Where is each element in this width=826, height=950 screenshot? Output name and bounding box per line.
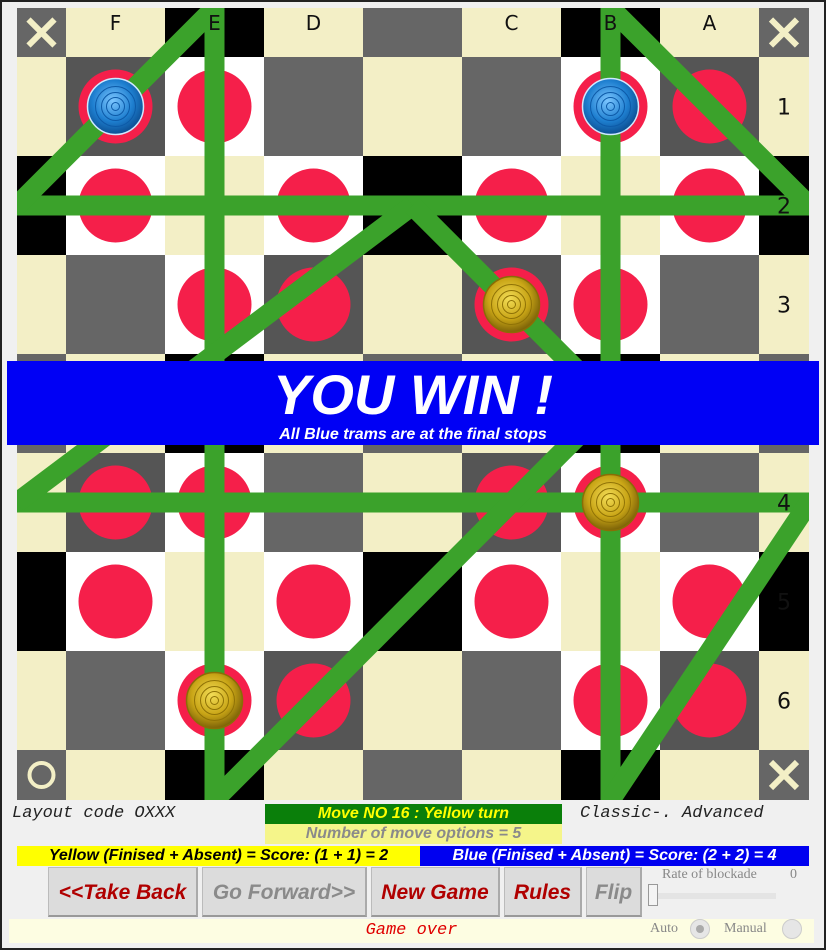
board-cell	[17, 255, 66, 354]
board-cell	[660, 750, 759, 800]
win-subtitle: All Blue trams are at the final stops	[279, 426, 547, 443]
flip-button[interactable]: Flip	[586, 867, 642, 917]
board-cell	[462, 750, 561, 800]
rules-button[interactable]: Rules	[504, 867, 582, 917]
board-cell	[17, 552, 66, 651]
move-options-count: Number of move options = 5	[265, 824, 562, 844]
blockade-slider-track[interactable]	[652, 893, 776, 899]
blue-tram-piece[interactable]	[86, 77, 145, 136]
tram-stop	[474, 564, 549, 639]
blockade-value: 0	[790, 867, 797, 882]
manual-radio[interactable]	[782, 919, 802, 939]
board-cell	[363, 255, 462, 354]
yellow-score: Yellow (Finised + Absent) = Score: (1 + …	[17, 846, 420, 866]
row-label: 1	[777, 96, 791, 121]
row-label: 3	[777, 294, 791, 319]
auto-radio[interactable]	[690, 919, 710, 939]
board-cell	[66, 750, 165, 800]
board-cell	[66, 255, 165, 354]
auto-label: Auto	[650, 921, 678, 936]
move-indicator: Move NO 16 : Yellow turn	[265, 804, 562, 824]
tram-stop	[78, 564, 153, 639]
board-cell	[66, 651, 165, 750]
board-cell	[363, 8, 462, 57]
board-cell	[363, 651, 462, 750]
board-cell	[17, 750, 66, 800]
board-cell	[17, 651, 66, 750]
column-label: C	[505, 11, 519, 35]
board-cell	[17, 57, 66, 156]
board-cell	[363, 57, 462, 156]
take-back-button[interactable]: <<Take Back	[48, 867, 198, 917]
row-label: 5	[777, 591, 791, 616]
board-cell	[462, 57, 561, 156]
board-cell	[363, 750, 462, 800]
blockade-slider-thumb[interactable]	[648, 884, 658, 906]
blockade-label: Rate of blockade	[662, 867, 757, 882]
yellow-tram-piece[interactable]	[581, 473, 640, 532]
column-label: F	[110, 11, 122, 35]
manual-label: Manual	[724, 921, 767, 936]
column-label: A	[703, 11, 717, 35]
yellow-tram-piece[interactable]	[185, 671, 244, 730]
column-label: B	[604, 11, 618, 35]
row-label: 4	[777, 492, 791, 517]
board-cell	[264, 57, 363, 156]
board-cell	[660, 255, 759, 354]
game-variant: Classic-. Advanced	[580, 804, 764, 823]
board-cell	[264, 750, 363, 800]
layout-code: Layout code OXXX	[12, 804, 176, 823]
new-game-button[interactable]: New Game	[371, 867, 500, 917]
row-label: 2	[777, 195, 791, 220]
board-cell	[462, 651, 561, 750]
tram-stop	[276, 564, 351, 639]
column-label: E	[208, 11, 221, 35]
blue-score: Blue (Finised + Absent) = Score: (2 + 2)…	[420, 846, 809, 866]
win-banner: YOU WIN ! All Blue trams are at the fina…	[7, 361, 819, 445]
yellow-tram-piece[interactable]	[482, 275, 541, 334]
win-title: YOU WIN !	[273, 363, 553, 426]
blue-tram-piece[interactable]	[581, 77, 640, 136]
go-forward-button[interactable]: Go Forward>>	[202, 867, 367, 917]
column-label: D	[306, 11, 321, 35]
row-label: 6	[777, 690, 791, 715]
